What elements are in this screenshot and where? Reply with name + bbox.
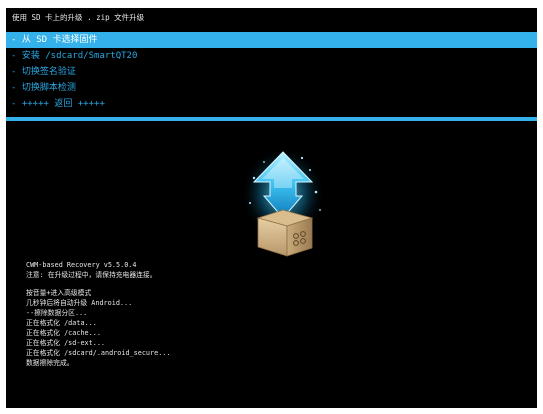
install-package-icon [240, 148, 326, 258]
log-line: 数据擦除完成。 [26, 359, 74, 367]
log-line: 注意: 在升级过程中，请保持充电器连接。 [26, 271, 157, 279]
log-line: 几秒钟后将自动升级 Android... [26, 299, 133, 307]
log-line: 按音量+进入高级模式 [26, 289, 92, 297]
header-title: 使用 SD 卡上的升级 . zip 文件升级 [12, 13, 145, 22]
log-line: 正在格式化 /sd-ext... [26, 339, 105, 347]
log-line: 正在格式化 /cache... [26, 329, 101, 337]
log-line: 正在格式化 /data... [26, 319, 97, 327]
log-line: 正在格式化 /sdcard/.android_secure... [26, 349, 171, 357]
menu-item-install-smartqt20[interactable]: - 安装 /sdcard/SmartQT20 [6, 48, 537, 64]
recovery-log: CWM-based Recovery v5.5.0.4 注意: 在升级过程中，请… [26, 260, 170, 368]
log-line [26, 280, 170, 288]
menu-item-toggle-script-assert[interactable]: - 切换脚本检测 [6, 80, 537, 96]
recovery-menu: - 从 SD 卡选择固件 - 安装 /sdcard/SmartQT20 - 切换… [6, 32, 537, 112]
log-line: CWM-based Recovery v5.5.0.4 [26, 261, 137, 269]
menu-divider [6, 117, 537, 121]
menu-item-toggle-signature-verification[interactable]: - 切换签名验证 [6, 64, 537, 80]
menu-item-go-back[interactable]: - +++++ 返回 +++++ [6, 96, 537, 112]
log-line: --擦除数据分区... [26, 309, 88, 317]
menu-item-choose-zip-from-sd[interactable]: - 从 SD 卡选择固件 [6, 32, 537, 48]
recovery-screen: 使用 SD 卡上的升级 . zip 文件升级 - 从 SD 卡选择固件 - 安装… [6, 8, 537, 408]
